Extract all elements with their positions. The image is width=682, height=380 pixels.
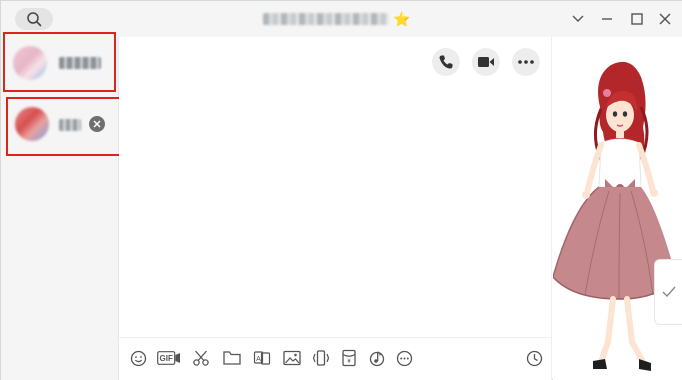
remove-conversation-button[interactable]	[89, 116, 105, 132]
emoji-button[interactable]	[128, 348, 148, 368]
maximize-button[interactable]	[627, 9, 647, 29]
dropdown-button[interactable]	[568, 9, 588, 29]
show-panel	[552, 37, 682, 380]
search-icon	[27, 12, 42, 27]
more-options-button[interactable]	[512, 48, 540, 76]
chevron-down-icon	[572, 15, 584, 22]
chat-area: GIF A ¥	[119, 37, 552, 380]
red-packet-icon: ¥	[342, 349, 356, 367]
more-circle-icon	[396, 350, 412, 366]
emoji-icon	[130, 350, 146, 366]
voice-call-button[interactable]	[432, 48, 460, 76]
window-title: ⭐	[263, 10, 410, 28]
scissors-icon	[193, 350, 209, 366]
music-button[interactable]	[367, 348, 387, 368]
close-icon	[93, 120, 101, 128]
conversation-item[interactable]	[5, 97, 125, 156]
image-button[interactable]	[282, 348, 302, 368]
file-button[interactable]	[222, 348, 242, 368]
screenshot-button[interactable]	[191, 348, 211, 368]
red-packet-button[interactable]: ¥	[339, 348, 359, 368]
close-icon	[659, 13, 671, 25]
blurred-contact-name	[263, 13, 389, 25]
composer-toolbar: GIF A ¥	[119, 337, 552, 377]
gif-label: GIF	[160, 354, 173, 363]
minimize-icon	[602, 18, 612, 20]
more-tools-button[interactable]	[394, 348, 414, 368]
avatar-character-illustration	[552, 61, 676, 371]
more-icon	[518, 60, 534, 64]
history-clock-icon	[526, 350, 542, 366]
video-call-button[interactable]	[472, 48, 500, 76]
gif-button[interactable]: GIF	[157, 348, 181, 368]
svg-text:A: A	[256, 356, 261, 363]
conversation-item[interactable]	[3, 33, 115, 92]
star-icon: ⭐	[393, 11, 411, 27]
checkmark-icon	[662, 286, 676, 298]
folder-icon	[223, 351, 241, 365]
sticker-icon: A	[253, 351, 271, 365]
shake-icon	[312, 350, 330, 366]
blurred-conversation-name	[59, 119, 81, 131]
avatar	[15, 107, 49, 141]
search-button[interactable]	[15, 8, 53, 30]
shake-button[interactable]	[311, 348, 331, 368]
gif-icon: GIF	[157, 351, 180, 365]
blurred-conversation-name	[59, 57, 101, 69]
video-icon	[478, 57, 494, 67]
confirm-tab-button[interactable]	[654, 259, 682, 325]
phone-icon	[439, 55, 453, 69]
maximize-icon	[631, 13, 643, 25]
close-button[interactable]	[655, 9, 675, 29]
sticker-button[interactable]: A	[252, 348, 272, 368]
image-icon	[283, 350, 301, 366]
svg-text:¥: ¥	[347, 359, 351, 365]
history-button[interactable]	[524, 348, 544, 368]
chat-window: ⭐ GIF A ¥	[0, 0, 682, 380]
avatar	[13, 46, 47, 80]
minimize-button[interactable]	[597, 9, 617, 29]
music-icon	[369, 351, 385, 367]
